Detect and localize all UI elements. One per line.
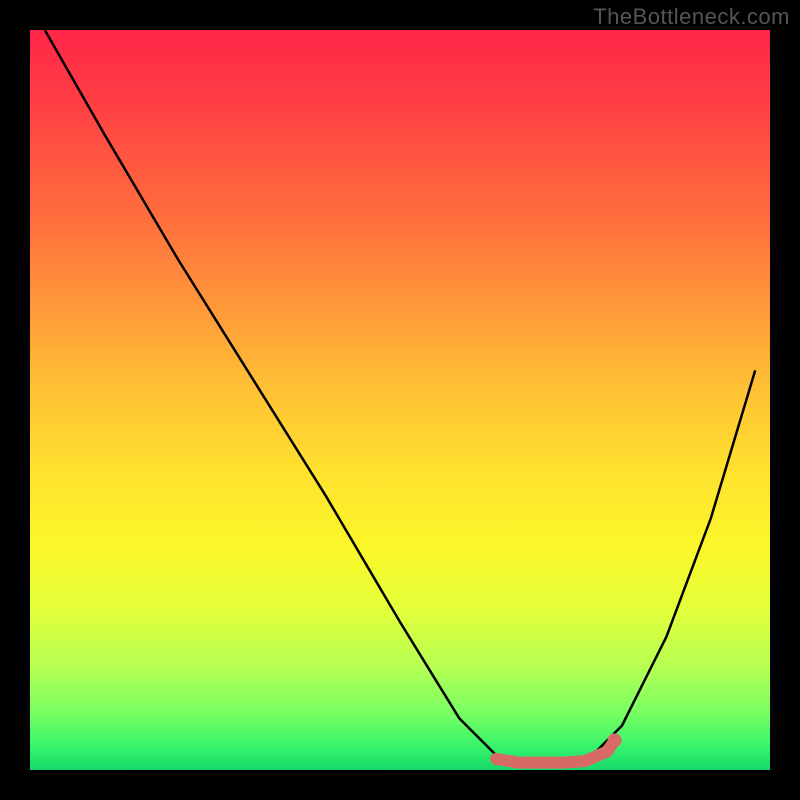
main-curve [45, 30, 755, 763]
watermark-text: TheBottleneck.com [593, 4, 790, 30]
highlight-curve [496, 740, 614, 762]
plot-svg [30, 30, 770, 770]
plot-area [30, 30, 770, 770]
highlight-end-dot [608, 733, 622, 747]
chart-frame: TheBottleneck.com [0, 0, 800, 800]
